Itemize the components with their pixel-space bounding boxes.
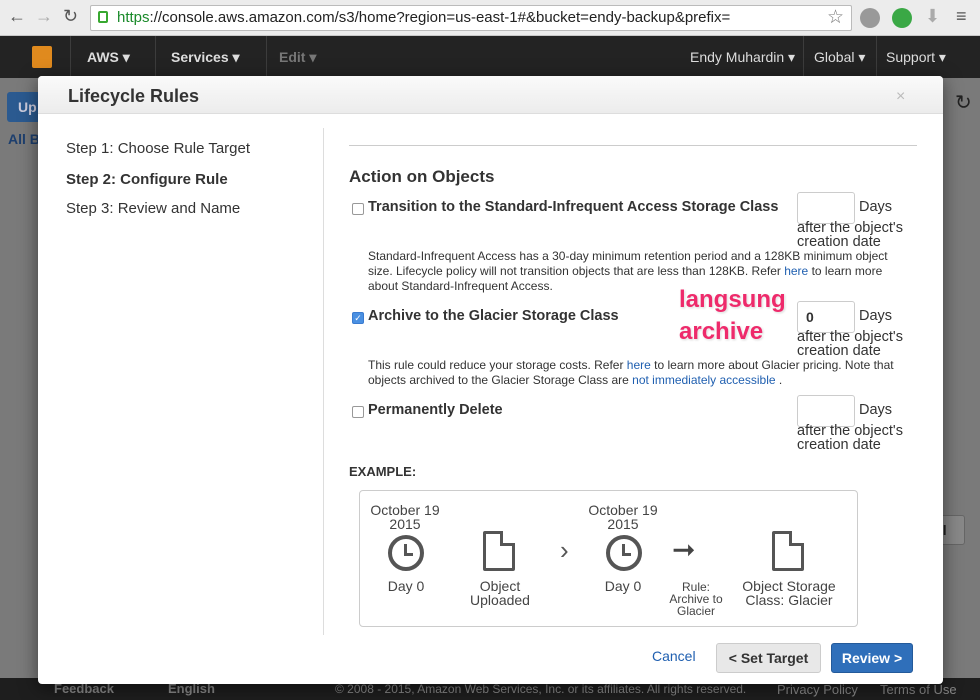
example-result: Object Storage Class: Glacier (742, 578, 836, 608)
close-icon[interactable]: × (896, 88, 905, 106)
address-bar[interactable]: https://console.aws.amazon.com/s3/home?r… (90, 5, 852, 31)
permanently-delete-label: Permanently Delete (368, 402, 503, 418)
reload-icon[interactable]: ↻ (63, 6, 78, 27)
url-rest: ://console.aws.amazon.com/s3/home?region… (149, 9, 731, 26)
user-menu[interactable]: Endy Muhardin ▾ (690, 49, 795, 66)
glacier-description: This rule could reduce your storage cost… (368, 358, 894, 387)
download-icon[interactable]: ⬇ (925, 6, 940, 27)
days-label: Days (859, 308, 893, 324)
example-label: EXAMPLE: (349, 464, 417, 479)
section-title: Action on Objects (349, 167, 495, 186)
region-menu[interactable]: Global ▾ (814, 49, 865, 66)
example-day-1: Day 0 (387, 578, 425, 594)
arrow-right-icon: ➞ (672, 534, 696, 565)
example-rule: Rule: Archive to Glacier (669, 580, 723, 618)
glacier-pricing-link[interactable]: here (627, 358, 651, 372)
back-icon[interactable]: ← (8, 6, 26, 27)
browser-toolbar: ← → ↻ https://console.aws.amazon.com/s3/… (0, 0, 980, 36)
cancel-link[interactable]: Cancel (652, 648, 696, 664)
example-box: October 19 2015 Day 0 Object Uploaded › O… (359, 490, 858, 627)
divider (349, 145, 917, 146)
archive-glacier-label: Archive to the Glacier Storage Class (368, 308, 619, 324)
document-icon (772, 531, 804, 571)
review-button[interactable]: Review > (831, 643, 913, 673)
transition-ia-checkbox[interactable] (352, 203, 364, 215)
all-buckets-link[interactable]: All B (8, 131, 40, 147)
after-label: after the object's creation date (797, 329, 903, 359)
days-label: Days (859, 402, 893, 418)
chevron-right-icon: › (560, 535, 569, 565)
extension-d-icon[interactable] (892, 8, 912, 28)
example-date-2: October 19 2015 (588, 502, 658, 532)
example-uploaded: Object Uploaded (470, 578, 530, 608)
after-label: after the object's creation date (797, 220, 903, 250)
lifecycle-rules-dialog: Lifecycle Rules × Step 1: Choose Rule Ta… (38, 76, 943, 684)
lock-icon (98, 11, 108, 23)
edit-menu[interactable]: Edit ▾ (279, 49, 316, 66)
transition-ia-label: Transition to the Standard-Infrequent Ac… (368, 199, 779, 215)
divider (323, 128, 324, 635)
services-menu[interactable]: Services ▾ (171, 49, 240, 66)
example-date-1: October 19 2015 (370, 502, 440, 532)
step-configure-rule[interactable]: Step 2: Configure Rule (66, 171, 228, 188)
not-accessible-link[interactable]: not immediately accessible (632, 373, 775, 387)
url-scheme: https (117, 9, 150, 26)
archive-glacier-checkbox[interactable]: ✓ (352, 312, 364, 324)
ia-description: Standard-Infrequent Access has a 30-day … (368, 249, 888, 293)
support-menu[interactable]: Support ▾ (886, 49, 946, 66)
after-label: after the object's creation date (797, 423, 903, 453)
aws-navbar: AWS ▾ Services ▾ Edit ▾ Endy Muhardin ▾ … (0, 36, 980, 78)
step-review-name[interactable]: Step 3: Review and Name (66, 200, 240, 217)
aws-logo-icon[interactable] (32, 46, 52, 68)
dialog-header: Lifecycle Rules × (38, 76, 943, 114)
permanently-delete-checkbox[interactable] (352, 406, 364, 418)
copyright: © 2008 - 2015, Amazon Web Services, Inc.… (335, 682, 747, 696)
step-choose-target[interactable]: Step 1: Choose Rule Target (66, 140, 250, 157)
example-day-2: Day 0 (604, 578, 642, 594)
privacy-link[interactable]: Privacy Policy (777, 682, 858, 697)
dialog-title: Lifecycle Rules (68, 86, 200, 106)
forward-icon[interactable]: → (35, 6, 53, 27)
refresh-icon[interactable]: ↻ (955, 90, 972, 115)
extension-icon[interactable] (860, 8, 880, 28)
days-label: Days (859, 199, 893, 215)
ia-here-link[interactable]: here (784, 264, 808, 278)
terms-link[interactable]: Terms of Use (880, 682, 957, 697)
menu-icon[interactable]: ≡ (956, 6, 967, 27)
star-icon[interactable]: ☆ (827, 6, 844, 29)
document-icon (483, 531, 515, 571)
clock-icon (606, 535, 642, 571)
aws-menu[interactable]: AWS ▾ (87, 49, 130, 66)
set-target-button[interactable]: < Set Target (716, 643, 821, 673)
annotation: langsung archive (679, 286, 786, 345)
clock-icon (388, 535, 424, 571)
